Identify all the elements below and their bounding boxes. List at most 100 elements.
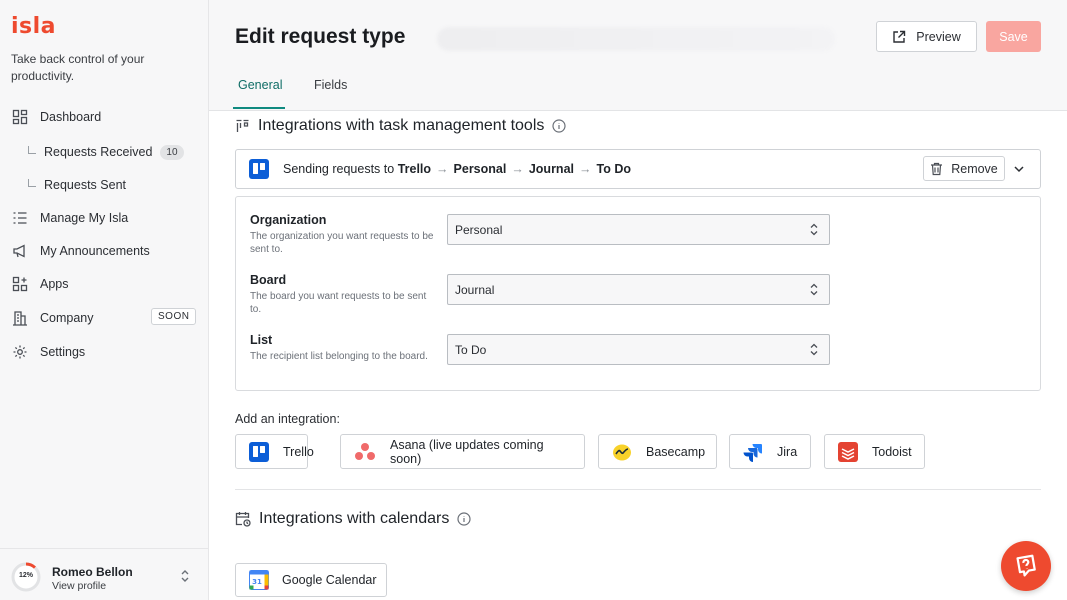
list-label: List bbox=[250, 333, 273, 347]
view-profile-link[interactable]: View profile bbox=[52, 580, 106, 592]
app-logo[interactable]: isla bbox=[11, 14, 56, 39]
sidebar: isla Take back control of your productiv… bbox=[0, 0, 209, 600]
jira-icon bbox=[743, 442, 763, 462]
tab-label: General bbox=[238, 78, 283, 92]
arrow-right-icon: → bbox=[511, 162, 524, 176]
path-service: Trello bbox=[397, 162, 432, 176]
help-chat-button[interactable] bbox=[1001, 541, 1051, 591]
chevron-up-down-icon bbox=[809, 223, 819, 239]
todoist-icon bbox=[838, 441, 858, 462]
integration-label: Todoist bbox=[872, 444, 912, 459]
integration-label: Jira bbox=[777, 444, 798, 459]
blurred-field bbox=[437, 27, 835, 51]
integration-label: Basecamp bbox=[646, 444, 706, 459]
chat-help-icon bbox=[1013, 553, 1039, 579]
sidebar-item-my-announcements[interactable]: My Announcements bbox=[11, 238, 150, 264]
apps-icon bbox=[11, 275, 29, 293]
integration-label: Asana (live updates coming soon) bbox=[390, 437, 544, 466]
info-icon[interactable] bbox=[552, 119, 566, 133]
kanban-icon bbox=[235, 119, 250, 134]
list-select[interactable]: To Do bbox=[447, 334, 830, 365]
sidebar-item-label: Apps bbox=[40, 277, 69, 291]
add-todoist-button[interactable]: Todoist bbox=[824, 434, 925, 469]
section-title-text: Integrations with calendars bbox=[259, 510, 450, 527]
external-link-icon bbox=[892, 30, 906, 44]
task-integrations-title: Integrations with task management tools bbox=[235, 117, 566, 135]
profile-progress-ring: 12% bbox=[11, 562, 41, 592]
select-value: Personal bbox=[455, 222, 503, 237]
list-description: The recipient list belonging to the boar… bbox=[250, 351, 428, 362]
remove-button-label: Remove bbox=[951, 161, 998, 176]
preview-button[interactable]: Preview bbox=[876, 21, 977, 52]
gear-icon bbox=[11, 343, 29, 361]
select-value: To Do bbox=[455, 342, 487, 357]
integration-path: Sending requests to Trello → Personal → … bbox=[283, 162, 631, 176]
page-title: Edit request type bbox=[235, 25, 406, 48]
chevron-up-down-icon bbox=[809, 283, 819, 299]
organization-description: The organization you want requests to be… bbox=[250, 231, 434, 255]
trello-icon bbox=[249, 441, 269, 462]
sidebar-item-label: Requests Sent bbox=[44, 178, 126, 192]
sidebar-item-label: Requests Received bbox=[44, 145, 153, 159]
sidebar-item-label: Settings bbox=[40, 345, 86, 359]
organization-label: Organization bbox=[250, 213, 327, 227]
board-label: Board bbox=[250, 273, 287, 287]
add-basecamp-button[interactable]: Basecamp bbox=[598, 434, 717, 469]
asana-icon bbox=[354, 442, 376, 462]
page-header: Edit request type Preview Save General F… bbox=[209, 0, 1067, 111]
trello-icon bbox=[249, 159, 269, 179]
section-title-text: Integrations with task management tools bbox=[258, 117, 545, 134]
section-divider bbox=[235, 489, 1041, 490]
sidebar-item-dashboard[interactable]: Dashboard bbox=[11, 104, 101, 130]
info-icon[interactable] bbox=[457, 512, 471, 526]
remove-button[interactable]: Remove bbox=[923, 156, 1005, 181]
add-trello-button[interactable]: Trello bbox=[235, 434, 314, 469]
trello-integration-header[interactable]: Sending requests to Trello → Personal → … bbox=[235, 149, 1041, 189]
chevron-down-icon[interactable] bbox=[1013, 162, 1025, 180]
path-organization: Personal bbox=[453, 162, 507, 176]
arrow-right-icon: → bbox=[436, 162, 449, 176]
sidebar-item-label: My Announcements bbox=[40, 244, 150, 258]
profile-card[interactable]: 12% Romeo Bellon View profile bbox=[0, 548, 208, 600]
sidebar-item-requests-sent[interactable]: Requests Sent bbox=[28, 173, 126, 197]
sidebar-item-label: Manage My Isla bbox=[40, 211, 129, 225]
preview-button-label: Preview bbox=[916, 29, 961, 44]
tab-fields[interactable]: Fields bbox=[314, 78, 347, 110]
calendar-integrations-title: Integrations with calendars bbox=[235, 510, 471, 528]
select-value: Journal bbox=[455, 282, 495, 297]
add-jira-button[interactable]: Jira bbox=[729, 434, 811, 469]
integration-label: Trello bbox=[283, 444, 314, 459]
sidebar-item-manage-my-isla[interactable]: Manage My Isla bbox=[11, 205, 128, 231]
profile-name: Romeo Bellon bbox=[52, 565, 133, 579]
svg-text:31: 31 bbox=[252, 578, 262, 586]
profile-progress-label: 12% bbox=[18, 572, 33, 579]
chevron-up-down-icon bbox=[809, 343, 819, 359]
sidebar-item-label: Company bbox=[40, 311, 94, 325]
add-asana-button[interactable]: Asana (live updates coming soon) bbox=[340, 434, 585, 469]
tab-general[interactable]: General bbox=[233, 78, 285, 110]
calendar-clock-icon bbox=[235, 511, 251, 527]
sidebar-item-settings[interactable]: Settings bbox=[11, 339, 85, 365]
building-icon bbox=[11, 309, 29, 327]
sidebar-item-apps[interactable]: Apps bbox=[11, 271, 69, 297]
save-button[interactable]: Save bbox=[986, 21, 1041, 52]
soon-badge: SOON bbox=[151, 308, 197, 325]
megaphone-icon bbox=[11, 242, 29, 260]
tab-label: Fields bbox=[314, 78, 348, 92]
board-description: The board you want requests to be sent t… bbox=[250, 291, 427, 315]
board-select[interactable]: Journal bbox=[447, 274, 830, 305]
trello-settings-panel: Organization The organization you want r… bbox=[235, 196, 1041, 391]
path-list: To Do bbox=[596, 162, 631, 176]
organization-select[interactable]: Personal bbox=[447, 214, 830, 245]
dashboard-grid-icon bbox=[11, 108, 29, 126]
google-calendar-icon: 31 bbox=[249, 570, 269, 590]
google-calendar-label: Google Calendar bbox=[282, 573, 377, 587]
checklist-icon bbox=[11, 209, 29, 227]
chevron-up-down-icon[interactable] bbox=[180, 569, 190, 588]
active-tab-indicator bbox=[233, 107, 285, 109]
add-google-calendar-button[interactable]: 31 Google Calendar bbox=[235, 563, 387, 597]
requests-count-badge: 10 bbox=[160, 144, 184, 160]
sidebar-item-company[interactable]: Company bbox=[11, 305, 94, 331]
sidebar-item-requests-received[interactable]: Requests Received 10 bbox=[28, 140, 184, 164]
arrow-right-icon: → bbox=[579, 162, 592, 176]
